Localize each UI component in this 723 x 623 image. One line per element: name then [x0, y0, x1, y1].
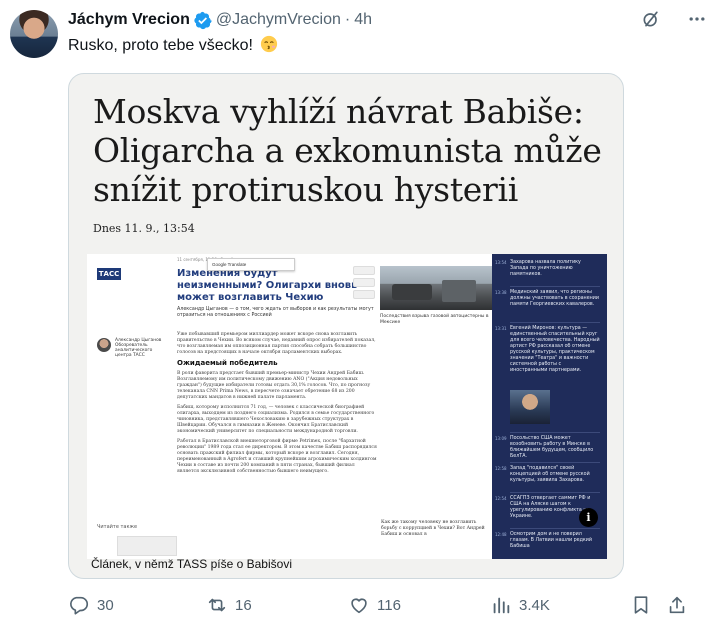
engagement-bar: 30 16 116 3.4K — [60, 594, 700, 616]
info-icon[interactable]: i — [579, 508, 598, 527]
author-display-name[interactable]: Jáchym Vrecion — [68, 11, 190, 29]
tweet-top-actions — [641, 9, 707, 29]
share-icon — [669, 596, 685, 614]
tweet-header: Jáchym Vrecion @JachymVrecion · 4h — [68, 9, 372, 31]
share-button[interactable] — [666, 594, 688, 616]
tass-subhead: Ожидаемый победитель — [177, 359, 278, 367]
views-button[interactable]: 3.4K — [490, 594, 550, 616]
tass-read-also-card — [117, 536, 177, 556]
tass-news-feed: 13:54 Захарова назвала политику Запада по… — [492, 254, 607, 559]
tass-body-paragraph: Работал в Братиславской внешнеторговой ф… — [177, 439, 377, 474]
tass-author-avatar — [97, 338, 111, 352]
tass-body-paragraph: Уже побывавший премьером миллиардер може… — [177, 332, 376, 355]
tweet-text: Rusko, proto tebe všecko! — [68, 35, 278, 57]
more-horizontal-icon[interactable] — [687, 9, 707, 29]
feed-photo — [510, 390, 550, 424]
tass-read-also: Читайте также — [97, 524, 138, 530]
author-handle[interactable]: @JachymVrecion — [216, 11, 341, 29]
media-card[interactable]: Moskva vyhlíží návrat Babiše: Oligarcha … — [68, 73, 624, 579]
google-translate-popup: Google Translate — [207, 258, 295, 271]
verified-badge-icon[interactable] — [193, 11, 212, 30]
article-dateline: Dnes 11. 9., 13:54 — [93, 222, 195, 235]
bookmark-icon — [634, 596, 648, 614]
reply-icon — [70, 596, 89, 615]
views-count: 3.4K — [519, 596, 550, 614]
kissing-face-emoji-icon — [260, 35, 278, 53]
like-icon — [351, 598, 367, 614]
tass-article-column: ТАСС 11 сентября, 11:26 · Зарубежье Изме… — [87, 254, 492, 559]
views-icon — [493, 597, 510, 614]
article-headline: Moskva vyhlíží návrat Babiše: Oligarcha … — [93, 92, 602, 209]
tass-photo-caption: Последствия взрыва газовой автоцистерны … — [380, 314, 489, 325]
like-count: 116 — [377, 596, 401, 614]
author-avatar[interactable] — [10, 10, 58, 58]
tweet-timestamp[interactable]: 4h — [354, 11, 372, 29]
separator-dot: · — [344, 11, 351, 28]
media-caption: Článek, v němž TASS píše o Babišovi — [91, 557, 292, 571]
tass-photo — [380, 266, 492, 310]
tass-author-name: Александр Цыганов Обозреватель аналитиче… — [115, 338, 162, 358]
tweet-text-content: Rusko, proto tebe všecko! — [68, 37, 253, 54]
tass-body: Уже побывавший премьером миллиардер може… — [177, 332, 377, 479]
repost-count: 16 — [235, 596, 252, 614]
repost-icon — [208, 598, 226, 612]
tass-lead: Александр Цыганов — о том, чего ждать от… — [177, 307, 374, 318]
tass-body-paragraph: В роли фаворита предстает бывший премьер… — [177, 371, 371, 400]
tass-share-buttons — [353, 266, 375, 302]
reply-count: 30 — [97, 596, 114, 614]
embedded-tass-screenshot: ТАСС 11 сентября, 11:26 · Зарубежье Изме… — [87, 254, 607, 559]
tass-logo: ТАСС — [97, 268, 121, 280]
slash-circle-icon[interactable] — [641, 9, 661, 29]
tass-footnote: Как же такому человеку не возглавить бор… — [381, 520, 485, 537]
bookmark-button[interactable] — [630, 594, 652, 616]
like-button[interactable]: 116 — [348, 594, 401, 616]
repost-button[interactable]: 16 — [206, 594, 252, 616]
reply-button[interactable]: 30 — [68, 594, 114, 616]
tass-body-paragraph: Бабиш, которому исполнится 71 год, — чел… — [177, 405, 375, 434]
tass-title: Изменения будут неизменными? Олигархи вн… — [177, 268, 358, 303]
